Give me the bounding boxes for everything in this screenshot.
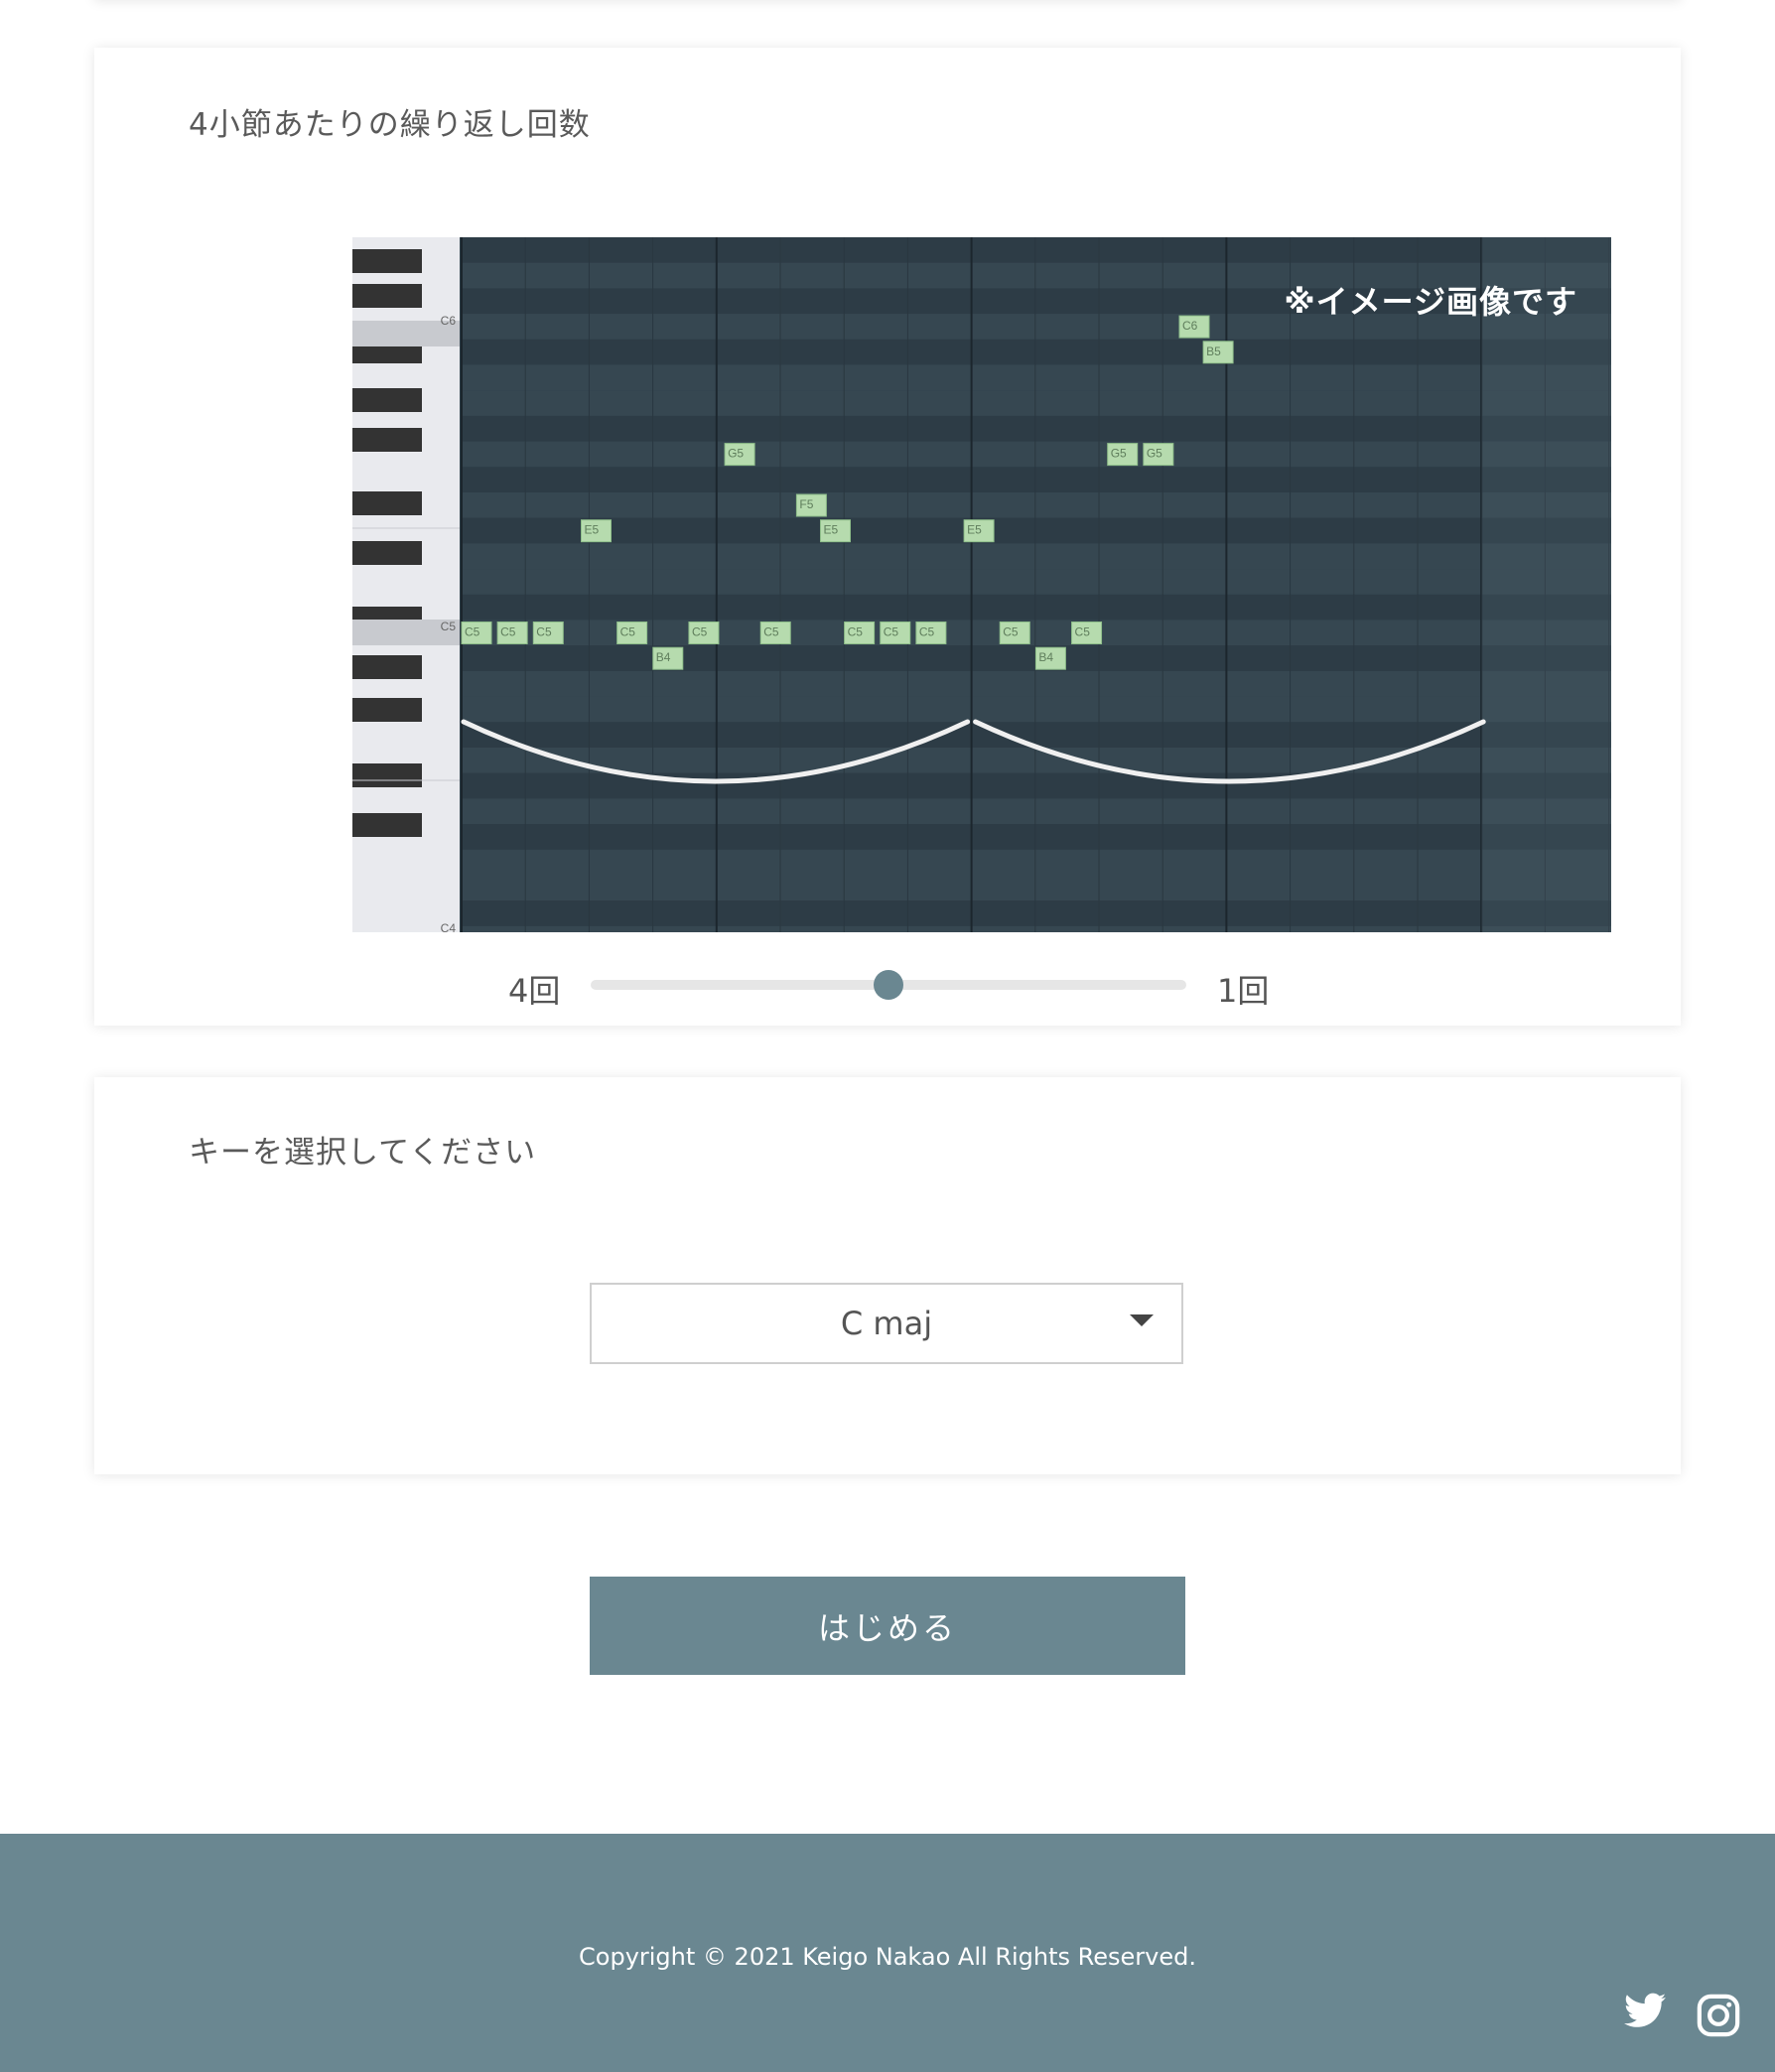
piano-roll-image: C6 C5 C4 C5 C5 C5 E5 C5 B4 C5 G5 C5 F5 E5 C5 C5 C5 E5 C5 B4… bbox=[352, 237, 1611, 932]
image-note: ※イメージ画像です bbox=[1284, 283, 1577, 321]
note-label: C5 bbox=[919, 625, 935, 639]
grid-row bbox=[462, 875, 1611, 901]
grid-row bbox=[462, 467, 1611, 492]
slider-min-label: 4回 bbox=[508, 972, 561, 1010]
note-label: G5 bbox=[1111, 447, 1127, 461]
note-label: C5 bbox=[1003, 625, 1019, 639]
note-label: G5 bbox=[728, 447, 744, 461]
grid-row bbox=[462, 900, 1611, 926]
slider-thumb[interactable] bbox=[874, 970, 903, 1000]
black-key bbox=[352, 388, 422, 412]
repeat-count-title: 4小節あたりの繰り返し回数 bbox=[189, 107, 591, 143]
key-select[interactable]: C maj bbox=[590, 1283, 1183, 1364]
grid-row bbox=[462, 390, 1611, 416]
grid-row bbox=[462, 569, 1611, 595]
note-label: B5 bbox=[1206, 345, 1221, 358]
note-label: B4 bbox=[656, 650, 671, 664]
grid-row bbox=[462, 543, 1611, 570]
piano-key-label: C6 bbox=[441, 314, 457, 328]
instagram-icon[interactable] bbox=[1696, 1993, 1741, 2042]
grid-row bbox=[462, 925, 1611, 932]
note-label: C5 bbox=[500, 625, 516, 639]
key-select-title: キーを選択してください bbox=[189, 1135, 537, 1171]
key-select-value: C maj bbox=[840, 1305, 933, 1342]
grid-row bbox=[462, 670, 1611, 697]
black-key bbox=[352, 284, 422, 308]
footer: Copyright © 2021 Keigo Nakao All Rights … bbox=[0, 1834, 1775, 2072]
grid-row bbox=[462, 696, 1611, 723]
note-label: C5 bbox=[763, 625, 779, 639]
twitter-icon[interactable] bbox=[1624, 1993, 1666, 2032]
repeat-slider[interactable] bbox=[591, 970, 1186, 1000]
grid-row bbox=[462, 849, 1611, 876]
note-label: E5 bbox=[585, 523, 600, 537]
note-label: C5 bbox=[536, 625, 552, 639]
note-label: C5 bbox=[465, 625, 480, 639]
piano-roll-svg: C6 C5 C4 C5 C5 C5 E5 C5 B4 C5 G5 C5 F5 E5 C5 C5 C5 E5 C5 B4… bbox=[352, 237, 1611, 932]
note-label: E5 bbox=[824, 523, 839, 537]
note-label: B4 bbox=[1038, 650, 1053, 664]
note-label: C5 bbox=[848, 625, 864, 639]
black-key bbox=[352, 813, 422, 837]
note-label: C5 bbox=[620, 625, 636, 639]
black-key bbox=[352, 655, 422, 679]
grid-row bbox=[462, 415, 1611, 442]
repeat-count-card: 4小節あたりの繰り返し回数 C6 C5 C4 C5 C5 C5 E5 C5 B4 C5 G5 C5 F5… bbox=[94, 48, 1681, 1026]
copyright-text: Copyright © 2021 Keigo Nakao All Rights … bbox=[579, 1943, 1196, 1971]
grid-row bbox=[462, 339, 1611, 365]
slider-max-label: 1回 bbox=[1217, 972, 1270, 1010]
repeat-slider-row: 4回 1回 bbox=[94, 966, 1681, 1010]
note-label: C5 bbox=[692, 625, 708, 639]
grid-row bbox=[462, 798, 1611, 825]
loop-end-region bbox=[1481, 237, 1611, 932]
key-select-card: キーを選択してください C maj bbox=[94, 1077, 1681, 1474]
start-button[interactable]: はじめる bbox=[590, 1577, 1185, 1675]
black-key bbox=[352, 541, 422, 565]
black-key bbox=[352, 763, 422, 787]
grid-row bbox=[462, 748, 1611, 773]
grid-row bbox=[462, 441, 1611, 468]
grid-row bbox=[462, 237, 1611, 263]
grid-row bbox=[462, 722, 1611, 748]
note-label: G5 bbox=[1147, 447, 1162, 461]
note-label: E5 bbox=[967, 523, 982, 537]
note-label: F5 bbox=[799, 497, 813, 511]
piano-key-label: C5 bbox=[441, 620, 457, 633]
piano-key-label: C4 bbox=[441, 921, 457, 932]
black-key bbox=[352, 249, 422, 273]
black-key bbox=[352, 491, 422, 515]
grid-row bbox=[462, 594, 1611, 621]
note-label: C5 bbox=[884, 625, 899, 639]
note-label: C5 bbox=[1075, 625, 1091, 639]
grid-row bbox=[462, 492, 1611, 518]
note-label: C6 bbox=[1182, 319, 1198, 333]
caret-down-icon bbox=[1130, 1314, 1154, 1326]
black-key bbox=[352, 428, 422, 452]
black-key bbox=[352, 698, 422, 722]
grid-row bbox=[462, 824, 1611, 850]
grid-row bbox=[462, 364, 1611, 391]
grid-row bbox=[462, 517, 1611, 544]
